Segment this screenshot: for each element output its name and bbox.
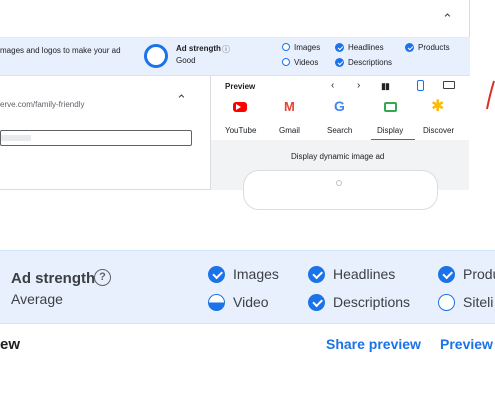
ad-strength-value: Good <box>176 56 196 65</box>
preview-link[interactable]: Preview <box>440 336 493 352</box>
text-input-field[interactable] <box>0 130 192 146</box>
ad-strength-label: Ad strength <box>11 270 96 287</box>
next-arrow-icon[interactable]: › <box>357 80 360 91</box>
chevron-up-icon[interactable]: ⌃ <box>176 92 187 108</box>
camera-dot-icon <box>336 180 342 186</box>
tab-gmail[interactable]: Gmail <box>279 126 300 135</box>
sitelinks-empty-icon <box>438 294 455 311</box>
video-partial-icon <box>208 294 225 311</box>
check-label-sitelinks: Siteli <box>463 294 494 310</box>
tab-display[interactable]: Display <box>377 126 403 135</box>
check-label-headlines: Headlines <box>348 43 384 52</box>
check-label-video: Video <box>233 294 269 310</box>
ad-strength-value: Average <box>11 291 63 307</box>
videos-empty-icon <box>282 58 290 66</box>
phone-mockup <box>243 170 438 210</box>
check-label-descriptions: Descriptions <box>348 58 393 67</box>
check-label-products: Products <box>418 43 450 52</box>
youtube-play-icon <box>236 104 241 110</box>
headlines-check-icon <box>308 266 325 283</box>
help-icon[interactable]: ⓘ <box>222 44 230 55</box>
tab-youtube[interactable]: YouTube <box>225 126 256 135</box>
pause-icon[interactable]: ▮▮ <box>381 81 390 92</box>
help-icon[interactable]: ? <box>94 269 111 286</box>
check-label-images: Images <box>294 43 321 52</box>
headlines-check-icon <box>335 43 344 52</box>
card-header: ⌃ <box>0 0 470 38</box>
check-label-videos: Videos <box>294 58 319 67</box>
red-arrow-annotation <box>486 80 495 110</box>
desktop-device-icon[interactable] <box>443 81 455 89</box>
descriptions-check-icon <box>335 58 344 67</box>
google-icon[interactable]: G <box>334 98 345 114</box>
mobile-device-icon[interactable] <box>417 80 424 91</box>
chevron-up-icon[interactable]: ⌃ <box>442 11 453 27</box>
final-url-text: erve.com/family-friendly <box>0 100 85 109</box>
tab-search[interactable]: Search <box>327 126 352 135</box>
banner-hint-text: mages and logos to make your ad <box>0 46 121 55</box>
images-empty-icon <box>282 43 290 51</box>
check-label-descriptions: Descriptions <box>333 294 411 310</box>
gmail-icon[interactable]: M <box>284 99 295 114</box>
tab-discover[interactable]: Discover <box>423 126 454 135</box>
display-caption: Display dynamic image ad <box>291 152 385 161</box>
ad-strength-label: Ad strength <box>176 44 221 53</box>
products-check-icon <box>438 266 455 283</box>
share-preview-link[interactable]: Share preview <box>326 336 421 352</box>
discover-icon[interactable]: ✱ <box>431 96 444 116</box>
preview-title: Preview <box>225 82 256 91</box>
ad-strength-ring-icon <box>144 44 168 68</box>
check-label-images: Images <box>233 266 279 282</box>
ad-strength-banner-small: mages and logos to make your ad Ad stren… <box>0 38 470 76</box>
images-check-icon <box>208 266 225 283</box>
products-check-icon <box>405 43 414 52</box>
descriptions-check-icon <box>308 294 325 311</box>
prev-arrow-icon[interactable]: ‹ <box>331 80 334 91</box>
display-icon[interactable] <box>384 102 397 112</box>
section-title: ew <box>0 336 21 353</box>
check-label-products: Produ <box>463 266 495 282</box>
ad-strength-banner-large: Ad strength ? Average Images Headlines P… <box>0 250 495 324</box>
check-label-headlines: Headlines <box>333 266 396 282</box>
